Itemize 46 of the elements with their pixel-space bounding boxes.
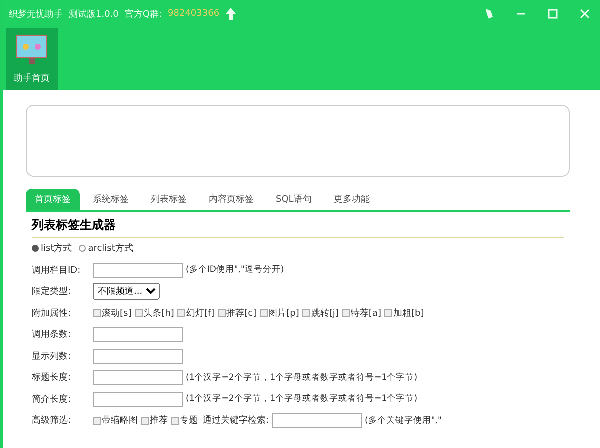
input-field[interactable] bbox=[93, 262, 183, 278]
close-icon[interactable] bbox=[580, 9, 590, 19]
section-heading: 列表标签生成器 bbox=[32, 212, 564, 238]
keyword-field[interactable] bbox=[272, 413, 362, 428]
field-label: 调用条数: bbox=[32, 328, 72, 342]
tab[interactable]: 内容页标签 bbox=[200, 189, 263, 210]
hint-text: (多个关键字使用"," bbox=[365, 414, 442, 427]
input-field[interactable] bbox=[93, 370, 183, 386]
maximize-icon[interactable] bbox=[548, 9, 558, 19]
field-label: 标题长度: bbox=[32, 372, 72, 384]
input-field[interactable] bbox=[93, 392, 183, 407]
checkbox-option[interactable]: 滚动[s] bbox=[93, 306, 132, 320]
input-field[interactable] bbox=[93, 327, 183, 342]
keyword-label: 通过关键字检索: bbox=[203, 414, 270, 428]
field-label: 附加属性: bbox=[32, 308, 72, 320]
radio-option[interactable]: arclist方式 bbox=[79, 242, 134, 256]
checkbox-option[interactable]: 特荐[a] bbox=[342, 306, 382, 320]
checkbox-option[interactable]: 图片[p] bbox=[260, 306, 300, 320]
checkbox-option[interactable]: 带缩略图 bbox=[93, 414, 138, 428]
output-textarea[interactable] bbox=[26, 105, 570, 177]
checkbox-option[interactable]: 专题 bbox=[171, 414, 198, 428]
field-label: 显示列数: bbox=[32, 350, 72, 363]
tab[interactable]: 系统标签 bbox=[84, 189, 138, 210]
app-title: 织梦无忧助手 bbox=[9, 8, 63, 20]
checkbox-option[interactable]: 幻灯[f] bbox=[177, 306, 215, 320]
upload-icon[interactable] bbox=[226, 8, 236, 20]
hint-text: (1个汉字=2个字节，1个字母或者数字或者符号=1个字节) bbox=[186, 372, 418, 384]
checkbox-option[interactable]: 推荐 bbox=[141, 414, 168, 428]
group-label: 官方Q群: bbox=[124, 8, 162, 20]
field-label: 限定类型: bbox=[32, 286, 72, 298]
input-field[interactable] bbox=[93, 348, 183, 364]
field-label: 简介长度: bbox=[32, 394, 72, 406]
checkbox-option[interactable]: 头条[h] bbox=[134, 306, 174, 320]
checkbox-option[interactable]: 加粗[b] bbox=[384, 306, 424, 320]
tab[interactable]: SQL语句 bbox=[267, 189, 321, 210]
checkbox-option[interactable]: 推荐[c] bbox=[218, 306, 257, 320]
field-label: 高级筛选: bbox=[32, 414, 72, 428]
checkbox-option[interactable]: 跳转[j] bbox=[302, 306, 339, 320]
type-dropdown[interactable]: 不限频道... bbox=[93, 283, 160, 300]
hint-text: (多个ID使用","逗号分开) bbox=[186, 264, 284, 276]
version-label: 测试版1.0.0 bbox=[69, 8, 119, 20]
hint-text: (1个汉字=2个字节，1个字母或者数字或者符号=1个字节) bbox=[186, 393, 418, 406]
tab[interactable]: 列表标签 bbox=[142, 189, 196, 210]
tab[interactable]: 更多功能 bbox=[324, 189, 379, 210]
radio-option[interactable]: list方式 bbox=[32, 242, 72, 256]
field-label: 调用栏目ID: bbox=[32, 264, 82, 277]
